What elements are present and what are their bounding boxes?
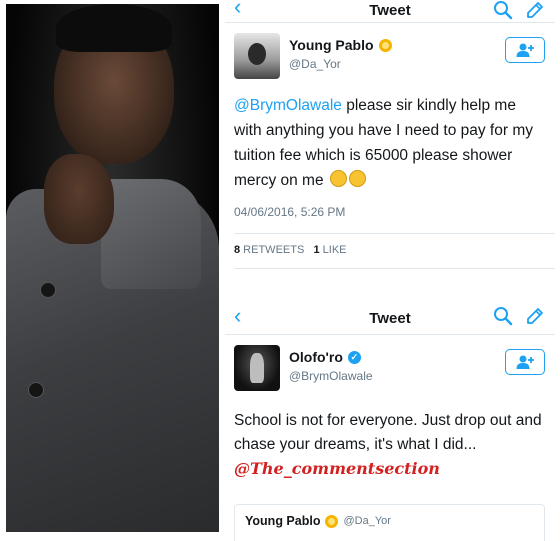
photo-collar <box>101 179 201 289</box>
tweet-text: School is not for everyone. Just drop ou… <box>234 409 543 482</box>
follow-button[interactable] <box>505 349 545 375</box>
author-name[interactable]: Olofo'ro ✓ <box>289 349 361 365</box>
likes-label[interactable]: LIKE <box>320 244 347 256</box>
search-icon[interactable] <box>493 0 513 20</box>
tweet-text: @BrymOlawale please sir kindly help me w… <box>234 93 543 193</box>
compose-icon[interactable] <box>525 0 545 20</box>
tweet-body: School is not for everyone. Just drop ou… <box>234 412 542 453</box>
tweet-stats: 8 RETWEETS 1 LIKE <box>234 244 555 256</box>
navigation-bar: ‹ Tweet <box>225 0 555 23</box>
follow-button[interactable] <box>505 37 545 63</box>
panel-separator <box>225 292 555 300</box>
tweet-author: Young Pablo @Da_Yor <box>225 23 555 85</box>
author-handle[interactable]: @Da_Yor <box>289 57 341 71</box>
divider <box>234 233 555 234</box>
mention-link[interactable]: @BrymOlawale <box>234 97 342 114</box>
author-name[interactable]: Young Pablo <box>289 37 392 53</box>
quoted-tweet[interactable]: Young Pablo @Da_Yor <box>234 504 545 541</box>
divider <box>234 268 555 269</box>
quoted-author: Young Pablo @Da_Yor <box>245 514 391 528</box>
compose-icon[interactable] <box>525 306 545 326</box>
watermark-text: @The_commentsection <box>234 459 440 478</box>
avatar[interactable] <box>234 345 280 391</box>
nav-actions <box>493 306 545 326</box>
sad-face-emoji-icon <box>348 170 366 187</box>
tweet-author: Olofo'ro ✓ @BrymOlawale <box>225 335 555 397</box>
verified-badge-icon: ✓ <box>347 350 361 364</box>
author-handle[interactable]: @BrymOlawale <box>289 369 373 383</box>
photo-jacket-button <box>28 382 44 398</box>
tweet-screenshot-1: ‹ Tweet Young Pablo @Da_Yor @BrymOlawale… <box>225 0 555 292</box>
add-user-icon <box>516 355 534 369</box>
photo-hand <box>44 154 114 244</box>
portrait-photo <box>6 4 219 532</box>
nav-actions <box>493 0 545 20</box>
author-name-text: Young Pablo <box>289 37 374 53</box>
avatar[interactable] <box>234 33 280 79</box>
retweets-label[interactable]: RETWEETS <box>240 244 304 256</box>
quoted-author-name: Young Pablo <box>245 514 321 528</box>
gold-badge-icon <box>325 514 339 528</box>
quoted-author-handle: @Da_Yor <box>343 515 391 527</box>
author-name-text: Olofo'ro <box>289 349 343 365</box>
tweet-screenshot-2: ‹ Tweet Olofo'ro ✓ @BrymOlawale School i… <box>225 300 555 541</box>
gold-badge-icon <box>378 38 392 52</box>
add-user-icon <box>516 43 534 57</box>
search-icon[interactable] <box>493 306 513 326</box>
photo-hair <box>56 4 172 52</box>
photo-jacket-button <box>40 282 56 298</box>
tweet-timestamp: 04/06/2016, 5:26 PM <box>234 205 346 219</box>
sad-face-emoji-icon <box>329 170 347 187</box>
navigation-bar: ‹ Tweet <box>225 300 555 335</box>
